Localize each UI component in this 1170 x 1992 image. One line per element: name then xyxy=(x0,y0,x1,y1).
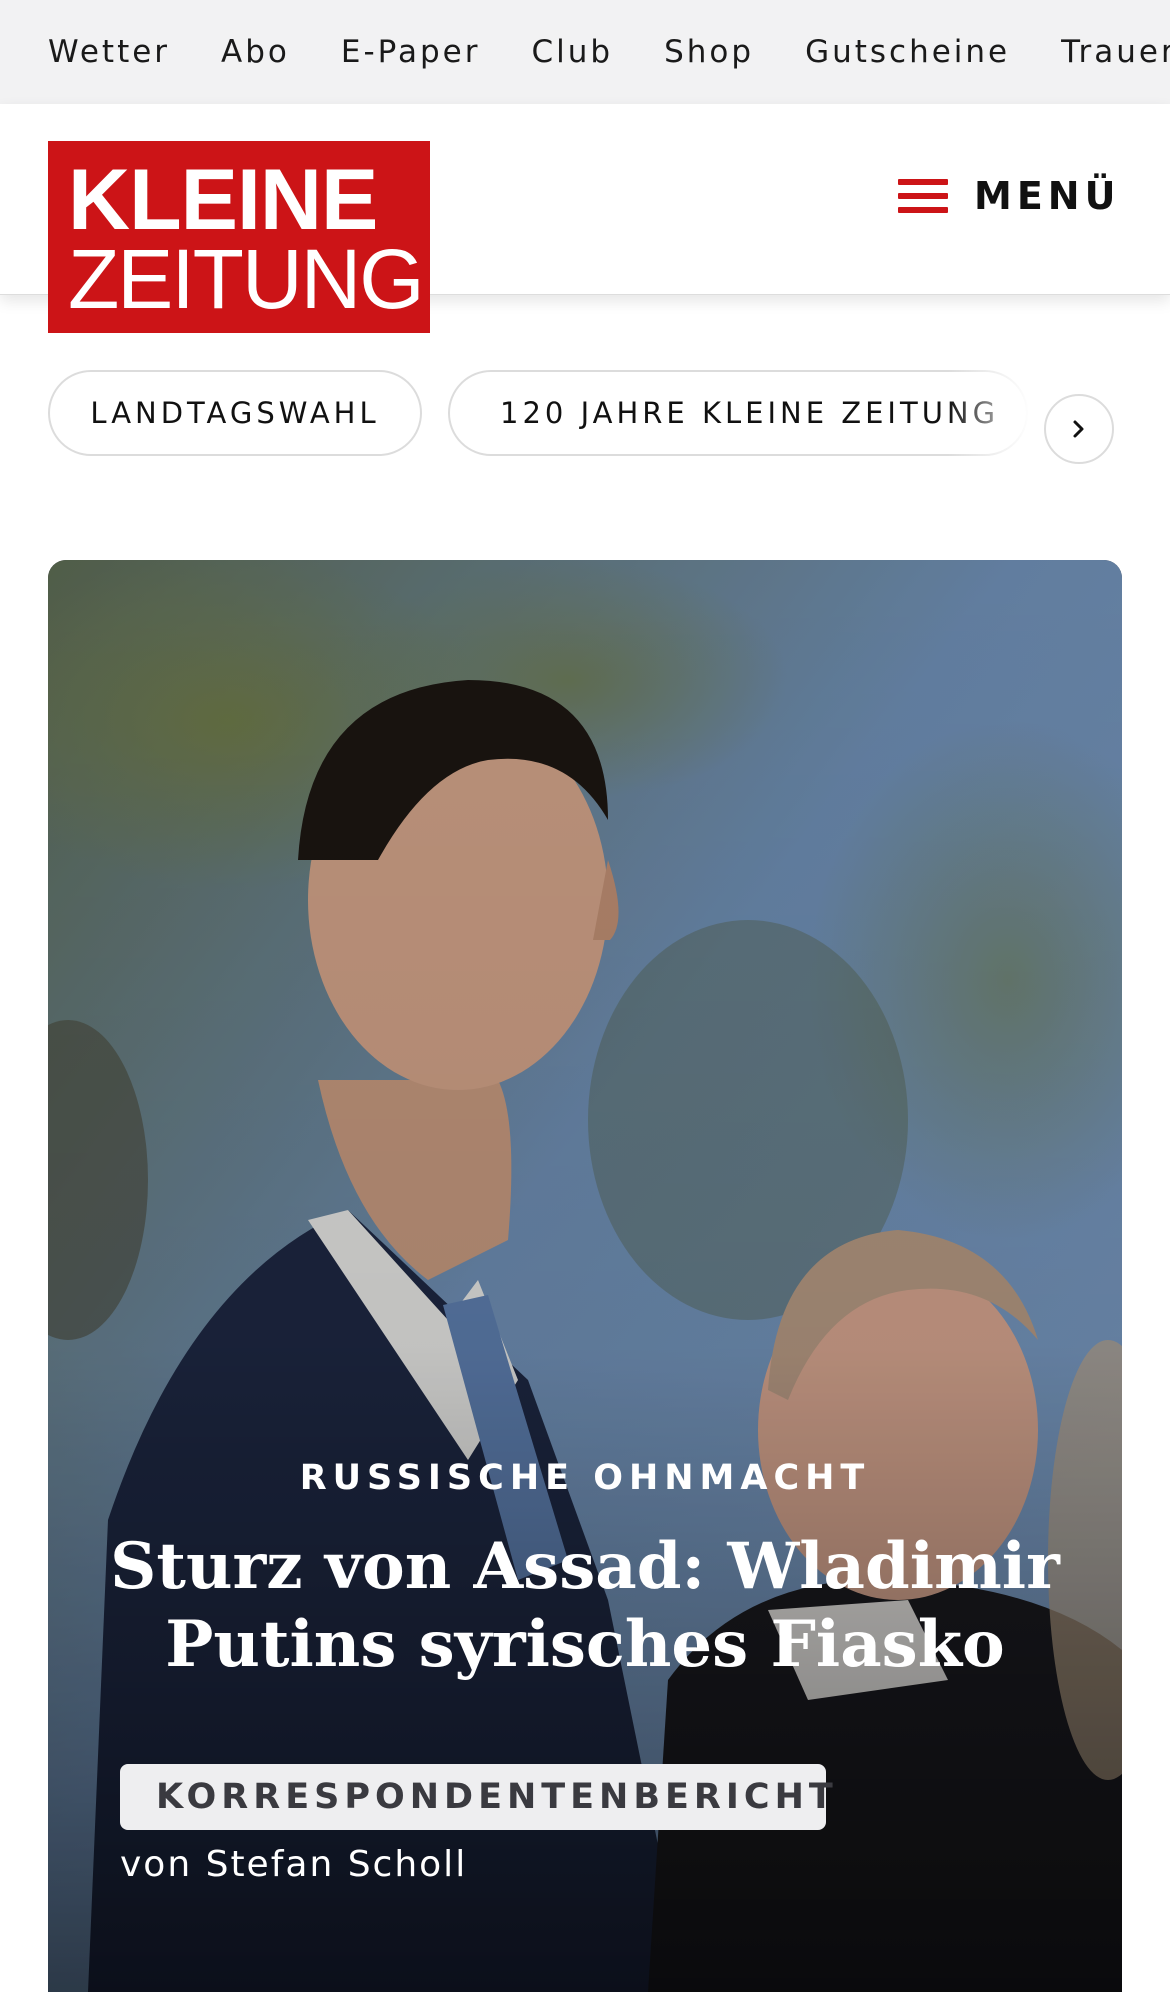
logo-line-2: ZEITUNG xyxy=(68,232,425,326)
menu-button[interactable]: MENÜ xyxy=(898,168,1120,224)
hero-article-card[interactable]: RUSSISCHE OHNMACHT Sturz von Assad: Wlad… xyxy=(48,560,1122,1992)
article-headline[interactable]: Sturz von Assad: Wladimir Putins syrisch… xyxy=(108,1528,1062,1684)
service-nav-epaper[interactable]: E-Paper xyxy=(341,34,481,70)
service-nav-gutscheine[interactable]: Gutscheine xyxy=(805,34,1010,70)
topics-next-button[interactable] xyxy=(1044,394,1114,464)
topic-pill-landtagswahl[interactable]: LANDTAGSWAHL xyxy=(48,370,422,456)
service-nav-club[interactable]: Club xyxy=(531,34,613,70)
service-nav-shop[interactable]: Shop xyxy=(664,34,754,70)
article-kicker: RUSSISCHE OHNMACHT xyxy=(299,1458,871,1498)
logo-line-1: KLEINE xyxy=(68,152,378,248)
service-nav-wetter[interactable]: Wetter xyxy=(48,34,170,70)
article-type-badge: KORRESPONDENTENBERICHT xyxy=(120,1764,833,1830)
hamburger-icon xyxy=(898,177,948,215)
topic-pill-label: LANDTAGSWAHL xyxy=(90,396,380,430)
service-nav-abo[interactable]: Abo xyxy=(221,34,290,70)
service-nav-list: Wetter Abo E-Paper Club Shop Gutscheine … xyxy=(48,0,1170,104)
service-nav-trauerportal[interactable]: Trauerportal xyxy=(1061,34,1170,70)
hero-text-overlay: RUSSISCHE OHNMACHT Sturz von Assad: Wlad… xyxy=(48,560,1122,1992)
chevron-right-icon xyxy=(1073,420,1084,438)
article-author: von Stefan Scholl xyxy=(120,1844,468,1885)
site-logo[interactable]: KLEINE ZEITUNG xyxy=(48,141,430,333)
topic-pill-label: 120 JAHRE KLEINE ZEITUNG xyxy=(500,396,1000,430)
menu-label: MENÜ xyxy=(974,174,1121,218)
topic-pills: LANDTAGSWAHL 120 JAHRE KLEINE ZEITUNG xyxy=(48,368,1122,468)
service-nav-bar: Wetter Abo E-Paper Club Shop Gutscheine … xyxy=(0,0,1170,104)
topic-pill-120-jahre[interactable]: 120 JAHRE KLEINE ZEITUNG xyxy=(448,370,1028,456)
